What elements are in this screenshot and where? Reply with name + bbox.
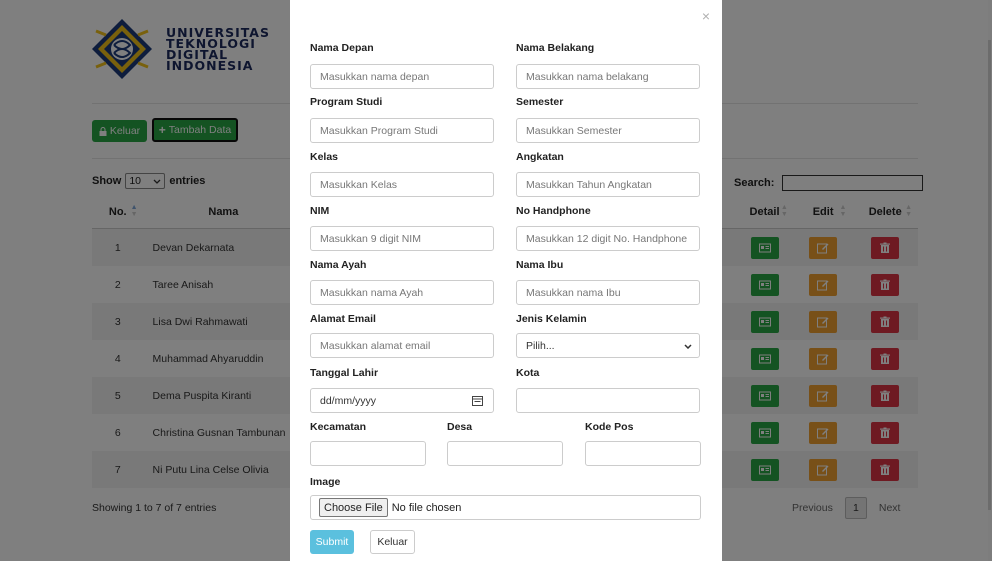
kelas-label: Kelas [310, 151, 339, 163]
kota-input[interactable] [516, 388, 700, 413]
kota-label: Kota [516, 367, 540, 379]
tambah-data-modal: × Nama Depan Masukkan nama depan Nama Be… [290, 0, 722, 561]
kode-pos-label: Kode Pos [585, 421, 634, 433]
tanggal-lahir-placeholder: dd/mm/yyyy [320, 394, 377, 407]
alamat-email-input[interactable]: Masukkan alamat email [310, 333, 494, 358]
semester-label: Semester [516, 96, 564, 108]
nim-input[interactable]: Masukkan 9 digit NIM [310, 226, 494, 251]
close-icon[interactable]: × [702, 8, 710, 24]
jenis-kelamin-label: Jenis Kelamin [516, 313, 587, 325]
submit-button[interactable]: Submit [310, 530, 354, 554]
desa-label: Desa [447, 421, 473, 433]
kecamatan-input[interactable] [310, 441, 426, 466]
nama-ibu-label: Nama Ibu [516, 259, 564, 271]
keluar-modal-button[interactable]: Keluar [370, 530, 415, 554]
calendar-icon[interactable] [472, 395, 483, 406]
alamat-email-label: Alamat Email [310, 313, 376, 325]
jenis-kelamin-selected: Pilih... [526, 339, 555, 352]
tanggal-lahir-input[interactable]: dd/mm/yyyy [310, 388, 494, 413]
desa-input[interactable] [447, 441, 563, 466]
angkatan-label: Angkatan [516, 151, 564, 163]
program-studi-label: Program Studi [310, 96, 383, 108]
tanggal-lahir-label: Tanggal Lahir [310, 367, 379, 379]
nama-depan-label: Nama Depan [310, 42, 374, 54]
program-studi-input[interactable]: Masukkan Program Studi [310, 118, 494, 143]
image-label: Image [310, 476, 341, 488]
nama-ayah-label: Nama Ayah [310, 259, 367, 271]
nama-ayah-input[interactable]: Masukkan nama Ayah [310, 280, 494, 305]
choose-file-button[interactable]: Choose File [319, 498, 388, 517]
chevron-down-icon [684, 344, 692, 349]
nim-label: NIM [310, 205, 330, 217]
nama-belakang-input[interactable]: Masukkan nama belakang [516, 64, 700, 89]
kelas-input[interactable]: Masukkan Kelas [310, 172, 494, 197]
image-file-input[interactable]: Choose File No file chosen [310, 495, 701, 520]
nama-ibu-input[interactable]: Masukkan nama Ibu [516, 280, 700, 305]
jenis-kelamin-select[interactable]: Pilih... [516, 333, 700, 358]
nama-belakang-label: Nama Belakang [516, 42, 595, 54]
kecamatan-label: Kecamatan [310, 421, 367, 433]
no-handphone-label: No Handphone [516, 205, 591, 217]
semester-input[interactable]: Masukkan Semester [516, 118, 700, 143]
nama-depan-input[interactable]: Masukkan nama depan [310, 64, 494, 89]
kode-pos-input[interactable] [585, 441, 701, 466]
angkatan-input[interactable]: Masukkan Tahun Angkatan [516, 172, 700, 197]
file-status: No file chosen [391, 501, 462, 514]
no-handphone-input[interactable]: Masukkan 12 digit No. Handphone [516, 226, 700, 251]
